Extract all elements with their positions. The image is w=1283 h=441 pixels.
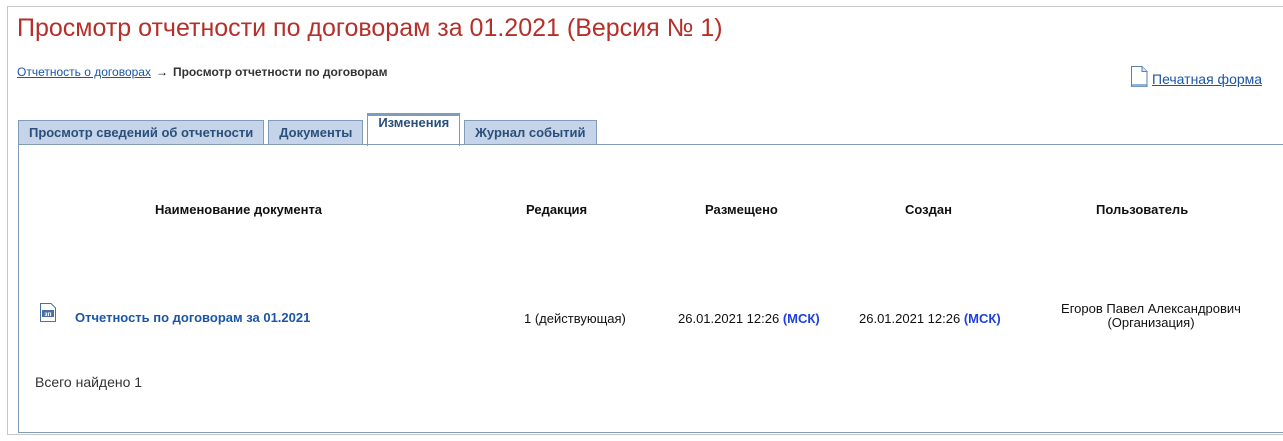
column-header-user: Пользователь bbox=[1096, 202, 1189, 217]
document-icon bbox=[1131, 66, 1148, 87]
tab-label: Журнал событий bbox=[475, 125, 586, 140]
placed-cell: 26.01.2021 12:26 (МСК) bbox=[678, 311, 820, 326]
revision-cell: 1 (действующая) bbox=[524, 311, 626, 326]
file-text-icon: зп bbox=[40, 303, 56, 322]
created-cell: 26.01.2021 12:26 (МСК) bbox=[859, 311, 1001, 326]
breadcrumb-arrow: → bbox=[155, 65, 168, 79]
user-cell: Егоров Павел Александрович (Организация) bbox=[1033, 302, 1269, 330]
breadcrumb-current: Просмотр отчетности по договорам bbox=[172, 65, 388, 79]
tab-report-info[interactable]: Просмотр сведений об отчетности bbox=[18, 120, 265, 145]
document-link[interactable]: Отчетность по договорам за 01.2021 bbox=[75, 310, 310, 325]
print-form-label: Печатная форма bbox=[1152, 71, 1263, 87]
column-header-revision: Редакция bbox=[526, 202, 588, 217]
user-organization: (Организация) bbox=[1107, 315, 1195, 330]
tab-label: Просмотр сведений об отчетности bbox=[29, 125, 254, 140]
tab-label: Документы bbox=[279, 125, 353, 140]
column-header-placed: Размещено bbox=[705, 202, 778, 217]
user-name: Егоров Павел Александрович bbox=[1061, 301, 1241, 316]
file-icon-label: зп bbox=[44, 311, 51, 318]
placed-date: 26.01.2021 12:26 bbox=[678, 311, 780, 326]
breadcrumb-link-reports[interactable]: Отчетность о договорах bbox=[17, 65, 151, 79]
placed-timezone: (МСК) bbox=[782, 311, 820, 326]
page-title: Просмотр отчетности по договорам за 01.2… bbox=[17, 14, 723, 42]
created-date: 26.01.2021 12:26 bbox=[859, 311, 961, 326]
tab-changes[interactable]: Изменения bbox=[367, 113, 461, 146]
tab-bar: Просмотр сведений об отчетности Документ… bbox=[18, 112, 601, 146]
column-header-created: Создан bbox=[905, 202, 952, 217]
breadcrumb: Отчетность о договорах → Просмотр отчетнос… bbox=[17, 65, 387, 79]
tab-content-panel bbox=[18, 145, 1283, 433]
column-header-name: Наименование документа bbox=[155, 202, 323, 217]
tab-label: Изменения bbox=[378, 115, 450, 130]
tab-event-log[interactable]: Журнал событий bbox=[464, 120, 597, 145]
tab-documents[interactable]: Документы bbox=[268, 120, 364, 145]
created-timezone: (МСК) bbox=[963, 311, 1001, 326]
total-found: Всего найдено 1 bbox=[35, 374, 143, 390]
print-form-link[interactable]: Печатная форма bbox=[1130, 66, 1262, 87]
